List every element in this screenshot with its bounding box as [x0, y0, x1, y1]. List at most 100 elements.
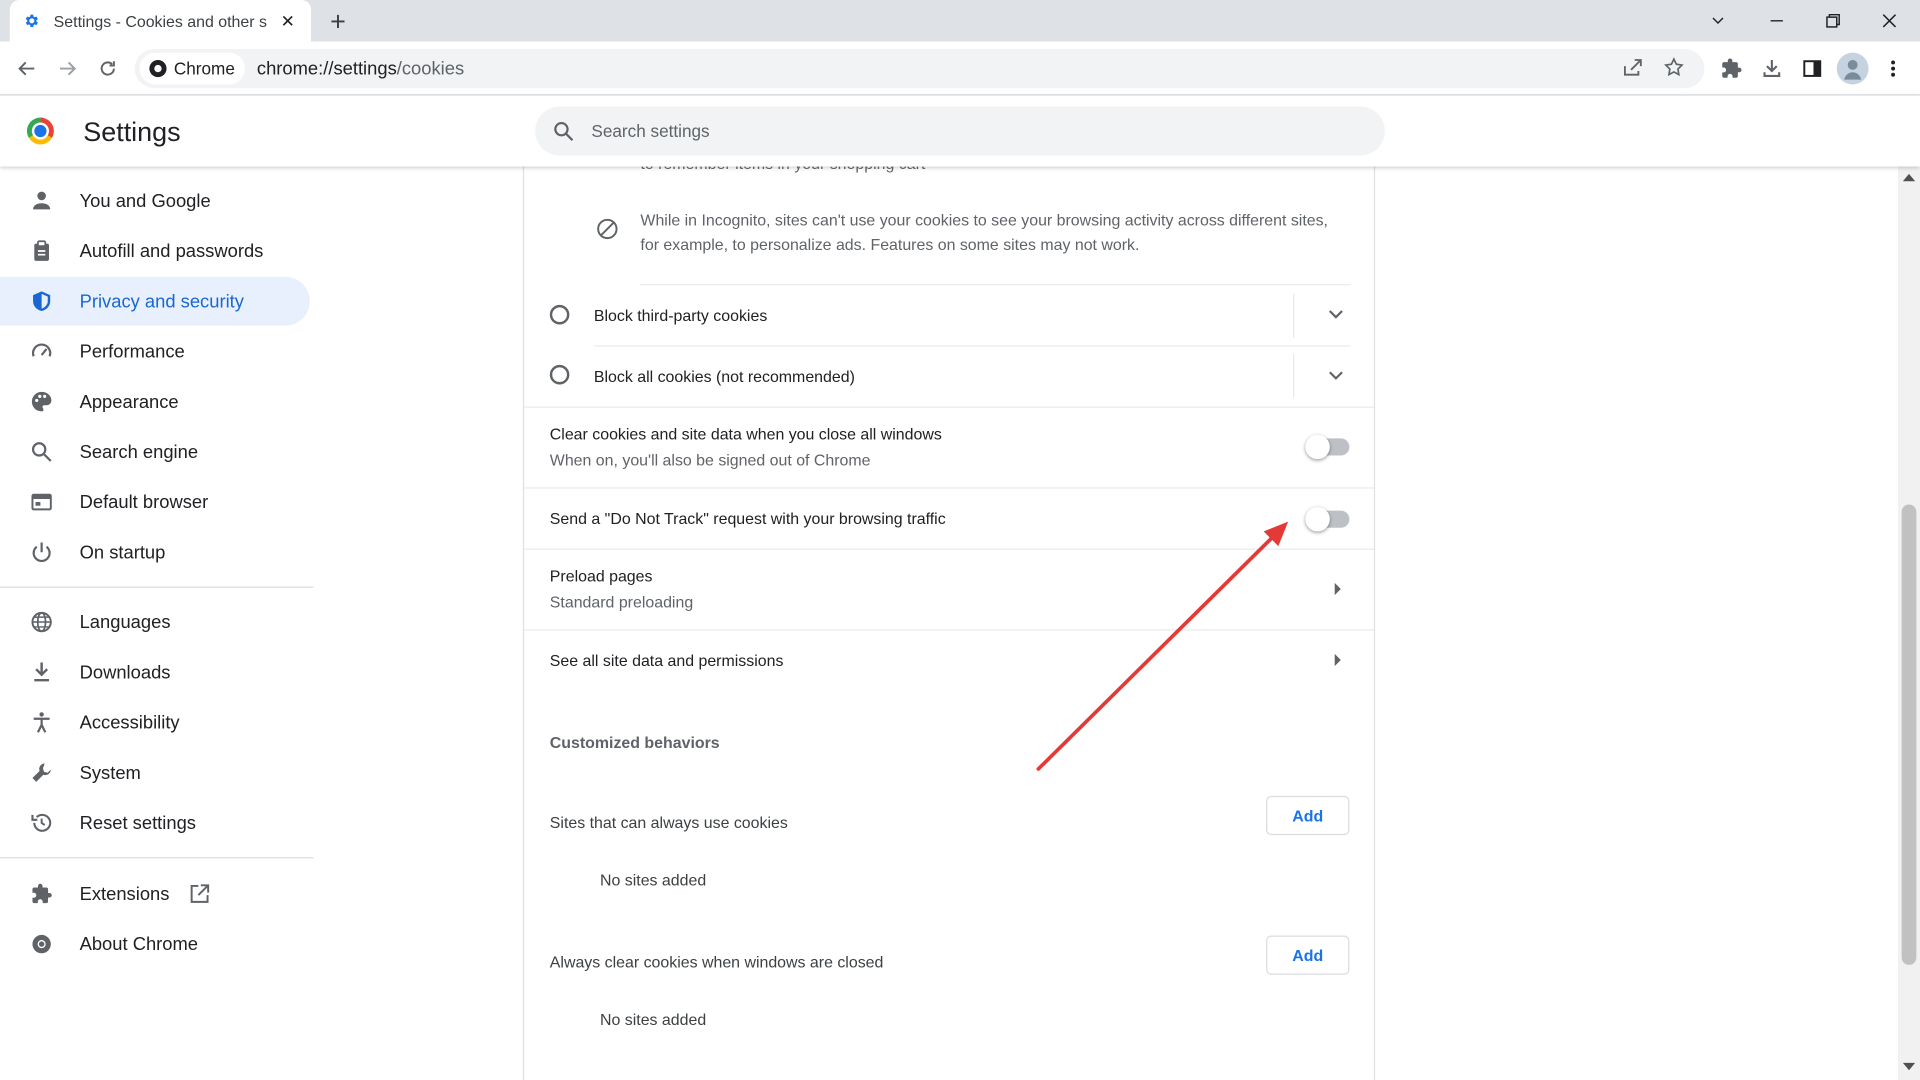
url-text[interactable]: chrome://settings/cookies [257, 58, 464, 79]
side-panel-icon[interactable] [1798, 54, 1827, 83]
scrollbar-thumb[interactable] [1901, 504, 1917, 965]
site-info-chip[interactable]: Chrome [139, 52, 245, 85]
sidebar-item-you-and-google[interactable]: You and Google [0, 176, 310, 225]
sidebar-item-label: You and Google [79, 190, 211, 212]
incognito-note-line-1: While in Incognito, sites can't use your… [640, 210, 1328, 229]
sidebar-item-autofill[interactable]: Autofill and passwords [0, 227, 310, 276]
back-button[interactable] [12, 54, 41, 83]
block-all-row[interactable]: Block all cookies (not recommended) [524, 347, 1374, 407]
sidebar-item-system[interactable]: System [0, 748, 310, 797]
add-always-use-button[interactable]: Add [1266, 795, 1350, 836]
sidebar-item-label: Reset settings [79, 812, 196, 834]
sidebar-divider [0, 857, 314, 859]
see-all-site-data-label: See all site data and permissions [549, 651, 784, 670]
accessibility-icon [29, 710, 53, 734]
see-all-site-data-row[interactable]: See all site data and permissions [524, 631, 1374, 690]
tab-strip: Settings - Cookies and other site ✕ + [0, 0, 1920, 42]
add-always-clear-button[interactable]: Add [1266, 935, 1350, 975]
sidebar-item-label: On startup [79, 541, 166, 563]
share-icon[interactable] [1621, 56, 1643, 84]
cookies-settings-card: to remember items in your shopping cart … [522, 154, 1376, 1080]
search-icon [29, 440, 53, 464]
block-all-radio[interactable] [549, 364, 570, 385]
tab-search-icon[interactable] [1690, 0, 1746, 42]
screen: Settings - Cookies and other site ✕ + Ch… [0, 0, 1920, 1080]
close-tab-icon[interactable]: ✕ [277, 10, 299, 32]
palette-icon [29, 389, 53, 413]
incognito-note-line-2: for example, to personalize ads. Feature… [640, 235, 1140, 254]
sidebar-item-privacy[interactable]: Privacy and security [0, 276, 310, 326]
site-chip-label: Chrome [173, 58, 235, 79]
sidebar-item-label: About Chrome [79, 933, 199, 955]
forward-button[interactable] [53, 54, 82, 83]
sidebar-item-label: System [79, 762, 141, 784]
clear-on-close-title: Clear cookies and site data when you clo… [549, 424, 942, 444]
new-tab-button[interactable]: + [323, 6, 352, 37]
chrome-logo-icon [26, 117, 54, 145]
sidebar-item-appearance[interactable]: Appearance [0, 377, 310, 426]
always-clear-empty-text: No sites added [600, 1010, 707, 1029]
customized-behaviors-heading: Customized behaviors [549, 733, 720, 752]
history-icon [29, 811, 53, 835]
address-bar[interactable]: Chrome chrome://settings/cookies [134, 48, 1705, 89]
block-third-party-radio[interactable] [549, 304, 570, 325]
block-third-party-row[interactable]: Block third-party cookies [524, 285, 1374, 346]
download-icon [29, 660, 53, 684]
sidebar-item-label: Default browser [79, 491, 209, 513]
shield-icon [29, 289, 53, 313]
search-input[interactable] [591, 121, 1327, 141]
download-icon[interactable] [1757, 54, 1786, 83]
block-all-label: Block all cookies (not recommended) [593, 367, 855, 386]
tab-settings[interactable]: Settings - Cookies and other site ✕ [9, 0, 312, 42]
bookmark-star-icon[interactable] [1663, 56, 1685, 84]
sidebar-item-search-engine[interactable]: Search engine [0, 427, 310, 476]
vertical-separator [1293, 293, 1295, 338]
sidebar-item-label: Downloads [79, 661, 171, 683]
reload-button[interactable] [93, 54, 122, 83]
chevron-down-icon[interactable] [1324, 302, 1348, 326]
sidebar-item-about-chrome[interactable]: About Chrome [0, 920, 310, 969]
clear-on-close-subtitle: When on, you'll also be signed out of Ch… [549, 450, 871, 469]
avatar[interactable] [1836, 52, 1869, 85]
search-icon [552, 120, 574, 142]
sidebar-item-label: Extensions [79, 883, 170, 905]
page-title: Settings [83, 116, 181, 147]
page-scrollbar[interactable] [1897, 166, 1920, 1080]
do-not-track-row[interactable]: Send a "Do Not Track" request with your … [524, 489, 1374, 550]
scroll-down-arrow-icon[interactable] [1902, 1062, 1916, 1071]
sidebar-item-downloads[interactable]: Downloads [0, 648, 310, 697]
browser-icon [29, 490, 53, 514]
url-path: /cookies [396, 58, 465, 79]
sidebar-item-accessibility[interactable]: Accessibility [0, 698, 310, 747]
minimize-button[interactable] [1749, 0, 1805, 42]
chrome-icon [149, 60, 167, 78]
sidebar-item-reset-settings[interactable]: Reset settings [0, 798, 310, 847]
sidebar-item-languages[interactable]: Languages [0, 598, 310, 647]
scroll-up-arrow-icon[interactable] [1902, 173, 1916, 182]
sidebar-item-performance[interactable]: Performance [0, 327, 310, 376]
sidebar-item-extensions[interactable]: Extensions [0, 869, 310, 918]
open-in-new-icon [189, 883, 211, 905]
arrow-right-icon [1334, 582, 1341, 596]
preload-pages-row[interactable]: Preload pages Standard preloading [524, 550, 1374, 630]
clear-on-close-row[interactable]: Clear cookies and site data when you clo… [524, 408, 1374, 489]
extensions-puzzle-icon[interactable] [1717, 54, 1746, 83]
search-box[interactable] [535, 106, 1385, 156]
always-use-cookies-title: Sites that can always use cookies [549, 813, 788, 832]
person-icon [29, 189, 53, 213]
toolbar: Chrome chrome://settings/cookies [0, 41, 1920, 96]
restore-button[interactable] [1805, 0, 1861, 42]
close-window-button[interactable] [1861, 0, 1917, 42]
block-third-party-label: Block third-party cookies [593, 306, 768, 325]
sidebar-item-default-browser[interactable]: Default browser [0, 478, 310, 527]
sidebar-item-label: Languages [79, 611, 171, 633]
sidebar-item-label: Accessibility [79, 712, 180, 733]
do-not-track-toggle[interactable] [1305, 506, 1350, 532]
chevron-down-icon[interactable] [1324, 364, 1348, 388]
clear-on-close-toggle[interactable] [1305, 434, 1350, 460]
menu-kebab-icon[interactable] [1878, 54, 1907, 83]
sidebar-item-on-startup[interactable]: On startup [0, 528, 310, 577]
sidebar-item-label: Autofill and passwords [79, 240, 264, 262]
chrome-icon [29, 932, 53, 956]
always-clear-title: Always clear cookies when windows are cl… [549, 952, 884, 972]
